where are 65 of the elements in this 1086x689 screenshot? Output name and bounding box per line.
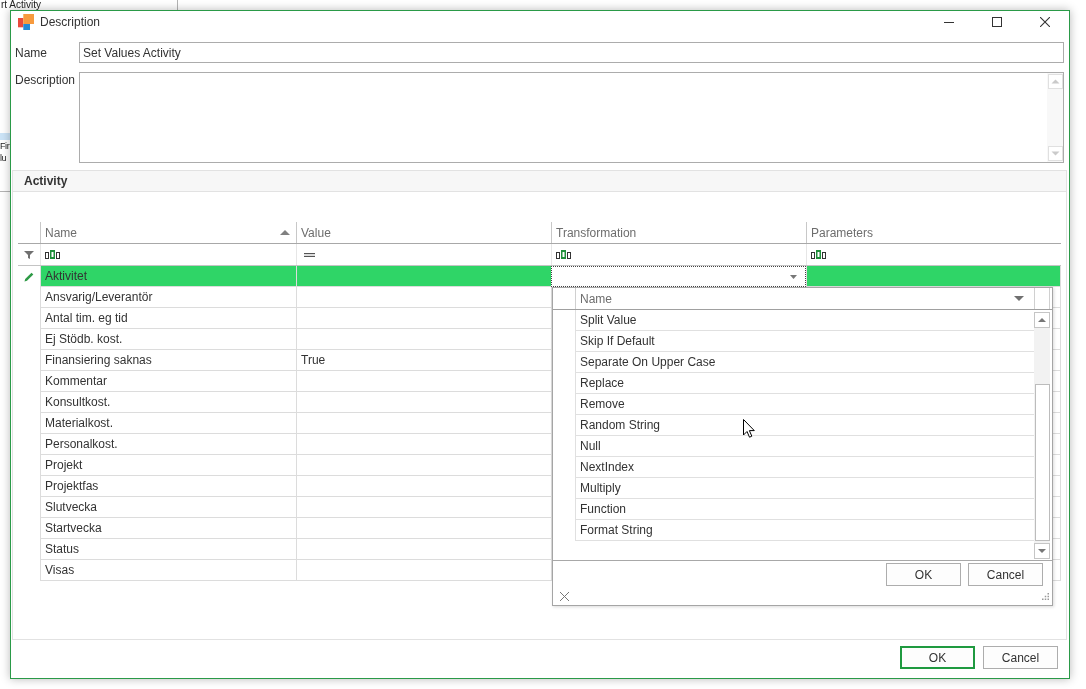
list-item[interactable]: Format String bbox=[575, 520, 1034, 541]
scroll-up-icon[interactable] bbox=[1034, 312, 1050, 328]
list-item[interactable]: Skip If Default bbox=[575, 331, 1034, 352]
column-header[interactable]: Parameters bbox=[806, 222, 1060, 243]
combo-box[interactable] bbox=[551, 266, 806, 287]
column-header[interactable]: Transformation bbox=[551, 222, 806, 243]
list-item[interactable]: Split Value bbox=[575, 310, 1034, 331]
caret-icon bbox=[790, 274, 797, 279]
table-cell-text: Antal tim. eg tid bbox=[44, 310, 129, 327]
dialog-button[interactable]: OK bbox=[886, 563, 961, 586]
mouse-pointer-icon bbox=[743, 419, 755, 438]
field-label: Name bbox=[15, 45, 47, 60]
list-item[interactable]: Random String bbox=[575, 415, 1034, 436]
column-header[interactable]: Name bbox=[40, 222, 296, 243]
text-filter-icon bbox=[811, 250, 826, 259]
row-highlight bbox=[0, 133, 10, 140]
window-title: rt Activity bbox=[1, 0, 41, 10]
list-item[interactable]: Remove bbox=[575, 394, 1034, 415]
table-cell-text: Kommentar bbox=[44, 373, 109, 390]
dialog-button[interactable]: OK bbox=[900, 646, 975, 669]
section-header: Activity bbox=[13, 171, 1066, 192]
list-item[interactable]: Separate On Upper Case bbox=[575, 352, 1034, 373]
filter-icon[interactable] bbox=[24, 250, 34, 259]
table-cell-text: Finansiering saknas bbox=[44, 352, 153, 369]
equals-icon bbox=[304, 252, 315, 257]
table-cell-text: Visas bbox=[44, 562, 76, 579]
column-header[interactable]: Name bbox=[575, 288, 1034, 309]
column-header[interactable]: Value bbox=[296, 222, 551, 243]
minimize-icon[interactable] bbox=[944, 21, 954, 23]
app-logo-icon bbox=[18, 14, 34, 30]
dialog-button[interactable]: Cancel bbox=[968, 563, 1043, 586]
resize-grip-icon[interactable] bbox=[1042, 592, 1049, 600]
caret-icon bbox=[1014, 296, 1024, 301]
maximize-icon[interactable] bbox=[992, 17, 1002, 27]
name-field[interactable]: Set Values Activity bbox=[79, 42, 1064, 63]
text-filter-icon bbox=[556, 250, 571, 259]
text-fragment: lu bbox=[0, 152, 7, 164]
table-cell-text: Konsultkost. bbox=[44, 394, 112, 411]
text-filter-icon bbox=[45, 250, 60, 259]
table-cell-text: Ansvarig/Leverantör bbox=[44, 289, 154, 306]
window-title: Description bbox=[40, 15, 101, 29]
table-cell-text: Projekt bbox=[44, 457, 84, 474]
pencil-icon bbox=[24, 271, 34, 282]
table-cell-text: Materialkost. bbox=[44, 415, 115, 432]
table-cell-text: Status bbox=[44, 541, 81, 558]
table-cell-text: Slutvecka bbox=[44, 499, 99, 516]
table-cell-text: Personalkost. bbox=[44, 436, 119, 453]
list-item[interactable]: Multiply bbox=[575, 478, 1034, 499]
list-item[interactable]: Function bbox=[575, 499, 1034, 520]
list-item[interactable]: Null bbox=[575, 436, 1034, 457]
scroll-down-icon[interactable] bbox=[1034, 543, 1050, 559]
table-cell-text: True bbox=[300, 352, 327, 369]
dialog-button[interactable]: Cancel bbox=[983, 646, 1058, 669]
table-cell-text: Projektfas bbox=[44, 478, 100, 495]
close-icon[interactable] bbox=[1040, 17, 1050, 27]
scrollbar-thumb[interactable] bbox=[1034, 384, 1050, 541]
list-item[interactable]: NextIndex bbox=[575, 457, 1034, 478]
text-fragment: Fir bbox=[0, 140, 10, 152]
table-cell: Aktivitet bbox=[41, 266, 296, 286]
field-label: Description bbox=[15, 73, 76, 87]
table-cell-text: Startvecka bbox=[44, 520, 103, 537]
header-filler bbox=[1034, 288, 1050, 309]
table-cell-text: Ej Stödb. kost. bbox=[44, 331, 124, 348]
sort-ascending-icon bbox=[280, 230, 290, 235]
list-item[interactable]: Replace bbox=[575, 373, 1034, 394]
